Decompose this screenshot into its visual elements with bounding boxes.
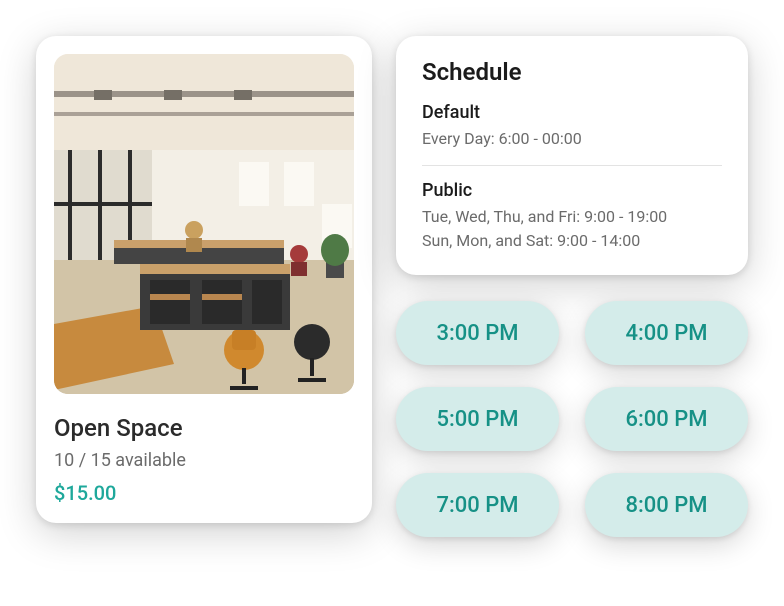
schedule-heading: Schedule bbox=[422, 58, 722, 86]
schedule-section-default: Default Every Day: 6:00 - 00:00 bbox=[422, 102, 722, 151]
time-slot-button[interactable]: 5:00 PM bbox=[396, 387, 559, 451]
schedule-line: Every Day: 6:00 - 00:00 bbox=[422, 127, 722, 151]
time-slot-grid: 3:00 PM 4:00 PM 5:00 PM 6:00 PM 7:00 PM … bbox=[396, 301, 748, 537]
time-slot-button[interactable]: 4:00 PM bbox=[585, 301, 748, 365]
time-slot-button[interactable]: 7:00 PM bbox=[396, 473, 559, 537]
space-card[interactable]: Open Space 10 / 15 available $15.00 bbox=[36, 36, 372, 523]
schedule-line: Sun, Mon, and Sat: 9:00 - 14:00 bbox=[422, 229, 722, 253]
divider bbox=[422, 165, 722, 166]
time-slot-button[interactable]: 8:00 PM bbox=[585, 473, 748, 537]
schedule-section-public: Public Tue, Wed, Thu, and Fri: 9:00 - 19… bbox=[422, 180, 722, 253]
space-price: $15.00 bbox=[54, 481, 354, 505]
time-slot-button[interactable]: 6:00 PM bbox=[585, 387, 748, 451]
schedule-section-label: Default bbox=[422, 102, 722, 123]
schedule-card: Schedule Default Every Day: 6:00 - 00:00… bbox=[396, 36, 748, 275]
schedule-section-label: Public bbox=[422, 180, 722, 201]
space-availability: 10 / 15 available bbox=[54, 450, 354, 471]
time-slot-button[interactable]: 3:00 PM bbox=[396, 301, 559, 365]
schedule-line: Tue, Wed, Thu, and Fri: 9:00 - 19:00 bbox=[422, 205, 722, 229]
space-title: Open Space bbox=[54, 414, 354, 442]
space-image bbox=[54, 54, 354, 394]
